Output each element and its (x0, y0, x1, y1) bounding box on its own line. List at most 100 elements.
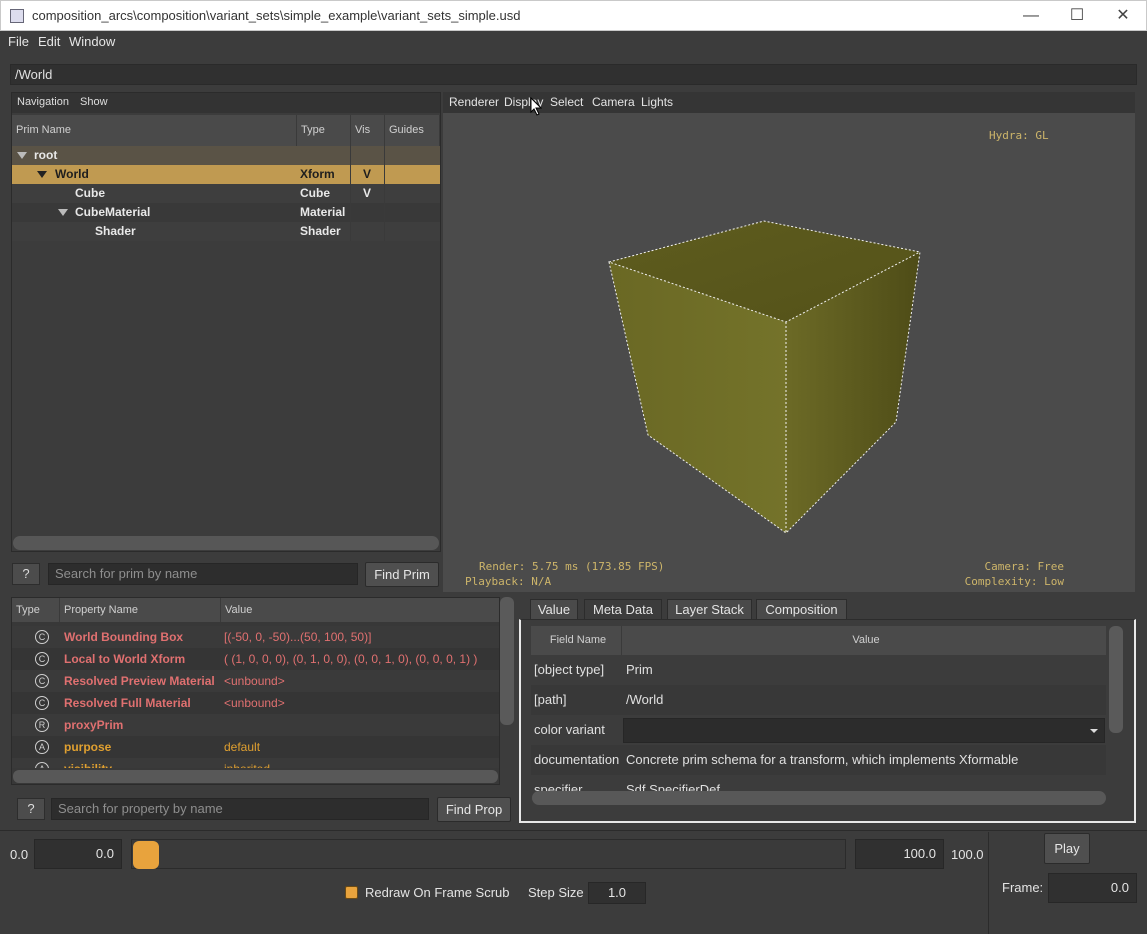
tree-row-cube[interactable]: Cube Cube V (12, 184, 440, 203)
attribute-icon: A (35, 762, 49, 768)
frame-field[interactable]: 0.0 (1048, 873, 1137, 903)
minimize-button[interactable]: — (1008, 1, 1054, 31)
prim-name: Cube (75, 186, 105, 200)
computed-property-icon: C (35, 652, 49, 666)
prim-name: CubeMaterial (75, 205, 151, 219)
frame-label: Frame: (1002, 880, 1044, 895)
menu-file[interactable]: File (8, 34, 29, 49)
find-prop-button[interactable]: Find Prop (437, 797, 511, 822)
prim-vis[interactable] (351, 203, 385, 222)
property-row[interactable]: C Resolved Full Material <unbound> (12, 692, 499, 714)
property-row[interactable]: C Resolved Preview Material <unbound> (12, 670, 499, 692)
prim-search-input[interactable]: Search for prim by name (48, 563, 358, 585)
mouse-cursor-icon (530, 97, 542, 116)
tab-layer-stack[interactable]: Layer Stack (667, 599, 752, 620)
property-name: Local to World Xform (64, 652, 186, 666)
frame-slider[interactable] (131, 839, 846, 869)
attribute-icon: A (35, 740, 49, 754)
prim-name: World (55, 167, 89, 181)
tree-row-world[interactable]: World Xform V (12, 165, 440, 184)
vertical-scrollbar[interactable] (500, 597, 514, 725)
tab-value[interactable]: Value (530, 599, 578, 620)
property-row[interactable]: R proxyPrim (12, 714, 499, 736)
tree-row-shader[interactable]: Shader Shader (12, 222, 440, 241)
col-type[interactable]: Type (297, 115, 351, 146)
hud-complexity: Complexity: Low (964, 575, 1064, 588)
hud-camera: Camera: Free (984, 560, 1064, 573)
computed-property-icon: C (35, 674, 49, 688)
metadata-row[interactable]: [path] /World (531, 685, 1106, 715)
property-search-input[interactable]: Search for property by name (51, 798, 429, 820)
menu-window[interactable]: Window (69, 34, 115, 49)
horizontal-scrollbar[interactable] (13, 536, 439, 550)
prim-vis[interactable]: V (363, 184, 385, 203)
field-value: /World (626, 692, 664, 707)
prim-vis[interactable] (351, 146, 385, 165)
col-field-name[interactable]: Field Name (531, 626, 622, 655)
menu-edit[interactable]: Edit (38, 34, 60, 49)
horizontal-scrollbar[interactable] (13, 770, 498, 783)
tree-row-cubematerial[interactable]: CubeMaterial Material (12, 203, 440, 222)
hud-playback: Playback: N/A (465, 575, 552, 588)
property-value: <unbound> (224, 696, 285, 710)
viewport[interactable]: Renderer Display Select Camera Lights Hy… (443, 92, 1135, 592)
property-row[interactable]: C World Bounding Box [(-50, 0, -50)...(5… (12, 626, 499, 648)
metadata-row[interactable]: color variant (531, 715, 1106, 745)
metadata-row[interactable]: [object type] Prim (531, 655, 1106, 685)
metadata-row[interactable]: specifier Sdf.SpecifierDef (531, 775, 1106, 791)
vertical-scrollbar[interactable] (1109, 626, 1123, 733)
prop-help-button[interactable]: ? (17, 798, 45, 820)
col-meta-value[interactable]: Value (622, 626, 1106, 655)
property-value (224, 714, 498, 736)
tab-composition[interactable]: Composition (756, 599, 847, 620)
col-prim-name[interactable]: Prim Name (12, 115, 297, 146)
property-name: World Bounding Box (64, 630, 184, 644)
step-size-label: Step Size (528, 885, 584, 900)
color-variant-select[interactable] (623, 718, 1105, 743)
property-row[interactable]: C Local to World Xform ( (1, 0, 0, 0), (… (12, 648, 499, 670)
prim-name: root (34, 148, 58, 162)
expand-arrow-icon[interactable] (58, 209, 68, 216)
field-value: Prim (626, 662, 653, 677)
find-prim-button[interactable]: Find Prim (365, 562, 439, 587)
expand-arrow-icon[interactable] (17, 152, 27, 159)
prim-vis[interactable]: V (363, 165, 385, 184)
range-start-field[interactable]: 0.0 (34, 839, 122, 869)
play-button[interactable]: Play (1044, 833, 1090, 864)
prim-browser: Navigation Show Prim Name Type Vis Guide… (11, 92, 441, 552)
menu-navigation[interactable]: Navigation (17, 96, 69, 108)
field-name: documentation (534, 752, 620, 767)
step-size-field[interactable]: 1.0 (588, 882, 646, 904)
prim-help-button[interactable]: ? (12, 563, 40, 585)
col-guides[interactable]: Guides (385, 115, 440, 146)
prim-type (297, 146, 351, 165)
prim-vis[interactable] (351, 222, 385, 241)
close-button[interactable]: ✕ (1100, 1, 1146, 31)
tree-row-root[interactable]: root (12, 146, 440, 165)
col-vis[interactable]: Vis (351, 115, 385, 146)
prim-path-field[interactable]: /World (10, 64, 1137, 85)
cube-render (608, 220, 921, 534)
redraw-checkbox[interactable] (345, 886, 358, 899)
field-name: specifier (534, 782, 583, 791)
property-row[interactable]: A purpose default (12, 736, 499, 758)
property-browser: Type Property Name Value C World Boundin… (11, 597, 500, 785)
prim-type: Shader (300, 222, 351, 241)
redraw-label: Redraw On Frame Scrub (365, 885, 510, 900)
frame-slider-handle[interactable] (133, 841, 159, 869)
metadata-row[interactable]: documentation Concrete prim schema for a… (531, 745, 1106, 775)
expand-arrow-icon[interactable] (37, 171, 47, 178)
property-name: purpose (64, 740, 112, 754)
relationship-icon: R (35, 718, 49, 732)
prim-browser-menubar: Navigation Show (12, 93, 440, 113)
col-prop-type[interactable]: Type (12, 598, 60, 622)
range-end-field[interactable]: 100.0 (855, 839, 944, 869)
col-prop-value[interactable]: Value (221, 598, 499, 622)
menu-show[interactable]: Show (80, 96, 108, 108)
property-row[interactable]: A visibility inherited (12, 758, 499, 768)
col-prop-name[interactable]: Property Name (60, 598, 221, 622)
horizontal-scrollbar[interactable] (532, 791, 1106, 805)
maximize-button[interactable]: ☐ (1054, 1, 1100, 31)
tab-meta-data[interactable]: Meta Data (584, 599, 662, 620)
field-value: Sdf.SpecifierDef (626, 782, 720, 791)
